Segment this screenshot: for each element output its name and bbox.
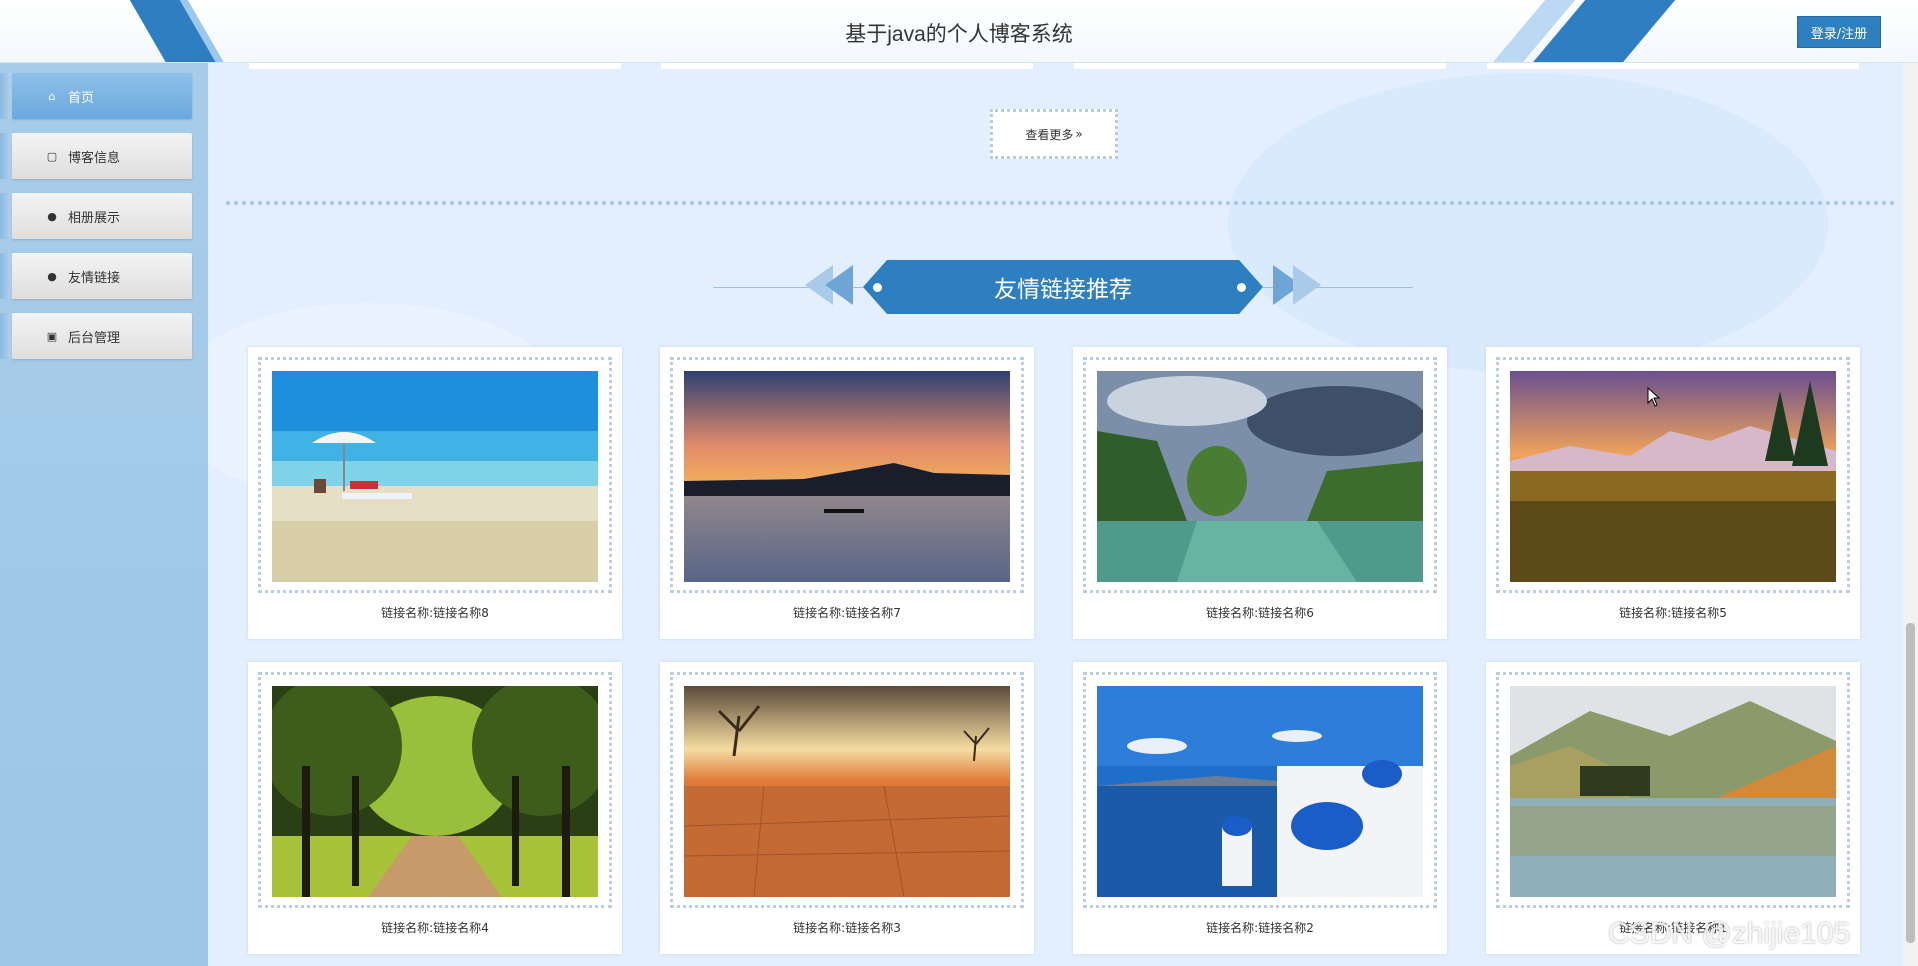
friend-link-card[interactable]: 链接名称:链接名称6: [1073, 347, 1447, 639]
sidebar-tab-edge: [0, 193, 12, 239]
friend-link-image-flower-meadow[interactable]: [1510, 371, 1836, 582]
card-bottom-edge: [660, 63, 1034, 70]
sidebar-item-admin[interactable]: ▣ 后台管理: [12, 313, 192, 359]
sidebar-tab-edge: [0, 313, 12, 359]
section-divider: [226, 201, 1896, 205]
sidebar-item-label: 博客信息: [68, 150, 121, 166]
friend-link-caption[interactable]: 链接名称:链接名称5: [1486, 604, 1860, 621]
sidebar-item-home[interactable]: ⌂ 首页: [12, 73, 192, 119]
friend-link-caption[interactable]: 链接名称:链接名称3: [660, 919, 1034, 936]
background-decoration: [1228, 73, 1828, 373]
friend-link-image-beach[interactable]: [272, 371, 598, 582]
scrollbar-thumb[interactable]: [1906, 623, 1915, 943]
info-circle-icon: ●: [47, 209, 57, 223]
sidebar-tab-edge: [0, 253, 12, 299]
friend-link-caption[interactable]: 链接名称:链接名称2: [1073, 919, 1447, 936]
friend-link-image-mountain-lake[interactable]: [1510, 686, 1836, 897]
heading-dot-left: [873, 283, 882, 292]
friend-link-image-desert[interactable]: [684, 686, 1010, 897]
top-header: 基于java的个人博客系统 登录/注册: [0, 0, 1918, 63]
page-scrollbar[interactable]: [1903, 63, 1918, 966]
heading-wing-right-outer: [1293, 265, 1321, 305]
main-content: 查看更多 » 友情链接推荐 链接名称:链接名称8 链接名称:链接名称7 链接名称…: [208, 63, 1918, 966]
login-register-button[interactable]: 登录/注册: [1797, 16, 1881, 48]
friend-link-image-santorini[interactable]: [1097, 686, 1423, 897]
mouse-cursor-icon: [1647, 386, 1661, 411]
friend-link-caption[interactable]: 链接名称:链接名称8: [248, 604, 622, 621]
sidebar-nav: ⌂ 首页 ▢ 博客信息 ● 相册展示 ● 友情链接 ▣ 后台管理: [0, 63, 208, 966]
friend-link-image-river-forest[interactable]: [1097, 371, 1423, 582]
sidebar-item-label: 相册展示: [68, 210, 121, 226]
bag-icon: ▢: [46, 149, 58, 163]
section-title: 友情链接推荐: [863, 260, 1263, 314]
friend-link-caption[interactable]: 链接名称:链接名称7: [660, 604, 1034, 621]
sidebar-item-label: 后台管理: [68, 330, 121, 346]
friend-link-card[interactable]: 链接名称:链接名称2: [1073, 662, 1447, 954]
friend-link-card[interactable]: 链接名称:链接名称3: [660, 662, 1034, 954]
briefcase-icon: ▣: [46, 329, 58, 343]
friend-link-card[interactable]: 链接名称:链接名称8: [248, 347, 622, 639]
friend-link-card[interactable]: 链接名称:链接名称5: [1486, 347, 1860, 639]
sidebar-tab-edge: [0, 73, 12, 119]
sidebar-tab-edge: [0, 133, 12, 179]
home-icon: ⌂: [48, 89, 56, 103]
view-more-label: 查看更多: [1025, 127, 1074, 142]
sidebar-item-album[interactable]: ● 相册展示: [12, 193, 192, 239]
friend-link-image-tree-lane[interactable]: [272, 686, 598, 897]
sidebar-item-blog-info[interactable]: ▢ 博客信息: [12, 133, 192, 179]
help-circle-icon: ●: [47, 269, 57, 283]
heading-dot-right: [1237, 283, 1246, 292]
view-more-button[interactable]: 查看更多 »: [990, 109, 1118, 159]
friend-link-card[interactable]: 链接名称:链接名称4: [248, 662, 622, 954]
sidebar-item-label: 友情链接: [68, 270, 121, 286]
card-bottom-edge: [1486, 63, 1860, 70]
card-bottom-edge: [248, 63, 622, 70]
double-chevron-right-icon: »: [1075, 127, 1083, 141]
friend-link-card[interactable]: 链接名称:链接名称1: [1486, 662, 1860, 954]
sidebar-item-friend-links[interactable]: ● 友情链接: [12, 253, 192, 299]
friend-link-card[interactable]: 链接名称:链接名称7: [660, 347, 1034, 639]
heading-wing-left-inner: [825, 265, 853, 305]
friend-link-image-sunset-lake[interactable]: [684, 371, 1010, 582]
friend-link-caption[interactable]: 链接名称:链接名称6: [1073, 604, 1447, 621]
card-bottom-edge: [1073, 63, 1447, 70]
watermark-text: CSDN @zhijie105: [1608, 917, 1851, 950]
site-title: 基于java的个人博客系统: [845, 23, 1073, 46]
friend-link-caption[interactable]: 链接名称:链接名称4: [248, 919, 622, 936]
sidebar-item-label: 首页: [68, 90, 95, 106]
